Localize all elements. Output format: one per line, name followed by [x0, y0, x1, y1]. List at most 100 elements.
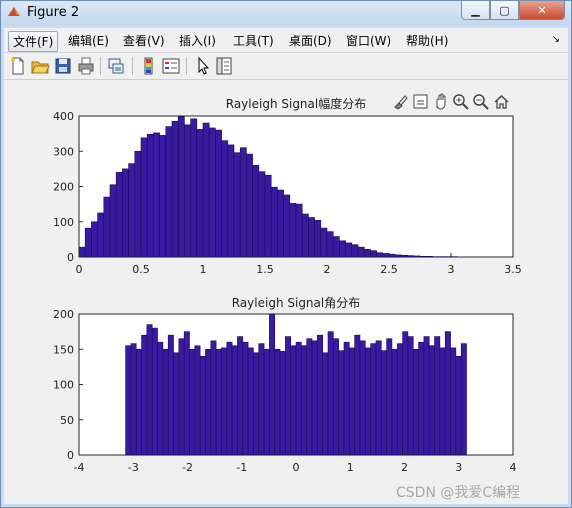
histogram-bar [413, 255, 421, 258]
histogram-bar [359, 340, 366, 456]
histogram-bar [177, 116, 185, 258]
print-icon[interactable] [76, 56, 96, 76]
histogram-bar [205, 348, 212, 456]
y-tick-label: 100 [53, 216, 74, 229]
histogram-bar [423, 336, 430, 456]
histogram-bar [263, 348, 270, 456]
menu-edit[interactable]: 编辑(E) [64, 31, 113, 50]
y-tick-label: 0 [67, 449, 74, 462]
histogram-bar [380, 350, 387, 456]
histogram-bar [128, 163, 136, 258]
histogram-bar [320, 227, 328, 258]
property-editor-icon[interactable] [214, 56, 234, 76]
histogram-bar [412, 348, 419, 456]
histogram-bar [146, 324, 153, 456]
y-tick-label: 200 [53, 181, 74, 194]
title-bar: Figure 2 ▁ ▢ ✕ [1, 1, 571, 25]
histogram-bar [178, 338, 185, 456]
histogram-bar [151, 327, 158, 456]
histogram-bar [215, 129, 222, 258]
histogram-bar [237, 336, 244, 456]
histogram-bar [221, 347, 228, 456]
window-title: Figure 2 [27, 5, 80, 20]
histogram-bar [394, 254, 402, 258]
histogram-bar [189, 348, 196, 456]
y-tick-label: 400 [53, 110, 74, 123]
histogram-bar [290, 345, 297, 456]
histogram-bar [253, 352, 260, 456]
histogram-bar [439, 347, 446, 456]
histogram-bar [252, 165, 260, 258]
histogram-bar [419, 255, 427, 258]
x-tick-label: 1 [200, 263, 207, 276]
menu-desktop[interactable]: 桌面(D) [285, 31, 336, 50]
brush-icon[interactable] [392, 93, 409, 110]
histogram-bar [277, 189, 284, 258]
histogram-bar [274, 348, 281, 456]
histogram-bar [109, 184, 117, 258]
histogram-bar [242, 341, 249, 456]
histogram-bar [460, 343, 467, 456]
histogram-bar [221, 140, 229, 258]
pan-icon[interactable] [432, 93, 449, 110]
figure-window: Figure 2 ▁ ▢ ✕ 文件(F) 编辑(E) 查看(V) 插入(I) 工… [0, 0, 572, 508]
x-tick-label: 3.5 [504, 263, 522, 276]
histogram-bar [338, 350, 345, 456]
toolbar-separator [132, 57, 133, 75]
histogram-bar [84, 227, 92, 258]
histogram-bar [295, 341, 302, 456]
histogram-bar [194, 345, 201, 456]
axes-amplitude[interactable]: Rayleigh Signal幅度分布 0 0.5 1 1.5 2 2.5 3 3.5 0 10… [53, 96, 522, 276]
x-tick-label: 0.5 [132, 263, 150, 276]
histogram-bar [215, 348, 222, 456]
histogram-bar [370, 343, 377, 456]
histogram-bar [270, 186, 278, 258]
minimize-button[interactable]: ▁ [461, 1, 490, 20]
histogram-bar [199, 355, 206, 456]
axes-angle[interactable]: Rayleigh Signal角分布 -4 -3 -2 -1 0 1 2 3 4 0 50 100 1… [53, 296, 517, 474]
dock-arrow-icon[interactable]: ↘ [552, 34, 560, 45]
histogram-bar [332, 236, 340, 258]
histogram-bar [333, 338, 339, 456]
histogram-bar [428, 345, 435, 456]
new-figure-icon[interactable] [8, 56, 28, 76]
menu-insert[interactable]: 插入(I) [175, 31, 220, 50]
histogram-bar [326, 231, 334, 258]
histogram-bar [434, 336, 441, 456]
histogram-bar [171, 120, 179, 258]
link-icon[interactable] [106, 56, 126, 76]
pointer-icon[interactable] [193, 56, 213, 76]
close-button[interactable]: ✕ [519, 1, 565, 20]
minimize-icon: ▁ [471, 3, 480, 17]
histogram-bar [196, 129, 204, 258]
histogram-bar [418, 341, 425, 456]
histogram-bar [382, 253, 390, 258]
x-tick-label: 1.5 [256, 263, 274, 276]
maximize-button[interactable]: ▢ [490, 1, 519, 20]
menu-window[interactable]: 窗口(W) [342, 31, 395, 50]
x-tick-label: -1 [236, 461, 247, 474]
histogram-bar [103, 196, 111, 258]
histogram-bar [226, 341, 233, 456]
menu-file[interactable]: 文件(F) [8, 31, 59, 52]
menu-view[interactable]: 查看(V) [119, 31, 169, 50]
menu-tools[interactable]: 工具(T) [229, 31, 278, 50]
y-tick-label: 300 [53, 145, 74, 158]
histogram-bar [162, 348, 169, 456]
home-icon[interactable] [493, 93, 510, 110]
zoom-out-icon[interactable] [472, 93, 489, 110]
histogram-bar [357, 246, 365, 258]
datatip-icon[interactable] [412, 93, 429, 110]
menu-help[interactable]: 帮助(H) [402, 31, 452, 50]
histogram-bar [455, 355, 462, 456]
zoom-in-icon[interactable] [452, 93, 469, 110]
legend-icon[interactable] [161, 56, 181, 76]
colorbar-icon[interactable] [138, 56, 158, 76]
histogram-bar [314, 220, 322, 258]
histogram-bar [343, 341, 350, 456]
open-icon[interactable] [30, 56, 50, 76]
histogram-bar [184, 124, 191, 258]
save-icon[interactable] [53, 56, 73, 76]
x-tick-label: 3 [448, 263, 455, 276]
histogram-bar [135, 348, 142, 456]
